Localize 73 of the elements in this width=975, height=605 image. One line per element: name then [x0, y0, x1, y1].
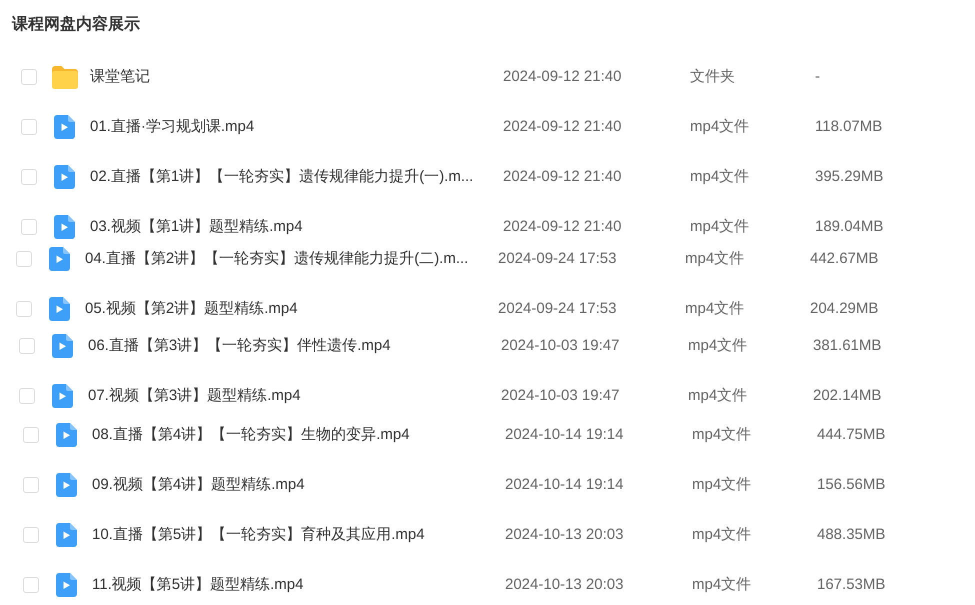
- modified-date: 2024-10-03 19:47: [501, 387, 620, 404]
- modified-date: 2024-09-12 21:40: [503, 68, 622, 85]
- file-name[interactable]: 课堂笔记: [90, 68, 150, 85]
- checkbox[interactable]: [19, 338, 35, 354]
- file-size: 395.29MB: [815, 168, 884, 185]
- file-type: mp4文件: [690, 168, 750, 185]
- file-size: -: [815, 68, 820, 85]
- checkbox[interactable]: [23, 477, 39, 493]
- folder-icon: [52, 66, 78, 88]
- checkbox[interactable]: [21, 219, 37, 235]
- file-size: 118.07MB: [815, 118, 882, 135]
- file-name[interactable]: 03.视频【第1讲】题型精练.mp4: [90, 218, 303, 235]
- file-name[interactable]: 07.视频【第3讲】题型精练.mp4: [88, 387, 301, 404]
- modified-date: 2024-10-13 20:03: [505, 526, 624, 543]
- file-name[interactable]: 09.视频【第4讲】题型精练.mp4: [92, 476, 305, 493]
- file-name[interactable]: 05.视频【第2讲】题型精练.mp4: [85, 300, 298, 317]
- file-size: 202.14MB: [813, 387, 882, 404]
- file-name[interactable]: 06.直播【第3讲】【一轮夯实】伴性遗传.mp4: [88, 337, 391, 354]
- modified-date: 2024-09-24 17:53: [498, 300, 616, 317]
- file-size: 156.56MB: [817, 476, 886, 493]
- file-type: mp4文件: [692, 476, 752, 493]
- file-type: mp4文件: [692, 526, 752, 543]
- modified-date: 2024-10-03 19:47: [501, 337, 620, 354]
- file-name[interactable]: 01.直播·学习规划课.mp4: [90, 118, 254, 135]
- checkbox[interactable]: [23, 577, 39, 593]
- file-type: mp4文件: [690, 118, 750, 135]
- file-name[interactable]: 08.直播【第4讲】【一轮夯实】生物的变异.mp4: [92, 426, 410, 443]
- file-size: 442.67MB: [810, 250, 878, 267]
- file-size: 381.61MB: [813, 337, 882, 354]
- file-type: 文件夹: [690, 68, 735, 85]
- video-file-icon: [56, 473, 77, 497]
- checkbox[interactable]: [19, 388, 35, 404]
- checkbox[interactable]: [21, 169, 37, 185]
- modified-date: 2024-09-12 21:40: [503, 118, 622, 135]
- modified-date: 2024-10-13 20:03: [505, 576, 624, 593]
- video-file-icon: [54, 115, 75, 139]
- file-type: mp4文件: [692, 576, 752, 593]
- modified-date: 2024-09-12 21:40: [503, 218, 622, 235]
- modified-date: 2024-10-14 19:14: [505, 426, 624, 443]
- file-size: 167.53MB: [817, 576, 886, 593]
- file-type: mp4文件: [685, 300, 744, 317]
- video-file-icon: [56, 423, 77, 447]
- file-type: mp4文件: [692, 426, 752, 443]
- checkbox[interactable]: [23, 527, 39, 543]
- file-type: mp4文件: [685, 250, 744, 267]
- file-name[interactable]: 04.直播【第2讲】【一轮夯实】遗传规律能力提升(二).m...: [85, 250, 468, 267]
- checkbox[interactable]: [23, 427, 39, 443]
- modified-date: 2024-09-24 17:53: [498, 250, 616, 267]
- video-file-icon: [52, 334, 73, 358]
- video-file-icon: [56, 523, 77, 547]
- checkbox[interactable]: [21, 69, 37, 85]
- checkbox[interactable]: [21, 119, 37, 135]
- file-type: mp4文件: [690, 218, 750, 235]
- file-name[interactable]: 02.直播【第1讲】【一轮夯实】遗传规律能力提升(一).m...: [90, 168, 474, 185]
- checkbox[interactable]: [16, 301, 32, 317]
- video-file-icon: [49, 247, 70, 271]
- video-file-icon: [54, 165, 75, 189]
- modified-date: 2024-09-12 21:40: [503, 168, 622, 185]
- checkbox[interactable]: [16, 251, 32, 267]
- file-size: 444.75MB: [817, 426, 886, 443]
- file-size: 488.35MB: [817, 526, 886, 543]
- file-type: mp4文件: [688, 337, 748, 354]
- video-file-icon: [54, 215, 75, 239]
- video-file-icon: [56, 573, 77, 597]
- file-name[interactable]: 10.直播【第5讲】【一轮夯实】育种及其应用.mp4: [92, 526, 425, 543]
- file-size: 204.29MB: [810, 300, 878, 317]
- modified-date: 2024-10-14 19:14: [505, 476, 624, 493]
- file-type: mp4文件: [688, 387, 748, 404]
- video-file-icon: [52, 384, 73, 408]
- file-name[interactable]: 11.视频【第5讲】题型精练.mp4: [92, 576, 304, 593]
- page-title: 课程网盘内容展示: [12, 14, 140, 35]
- file-size: 189.04MB: [815, 218, 884, 235]
- video-file-icon: [49, 297, 70, 321]
